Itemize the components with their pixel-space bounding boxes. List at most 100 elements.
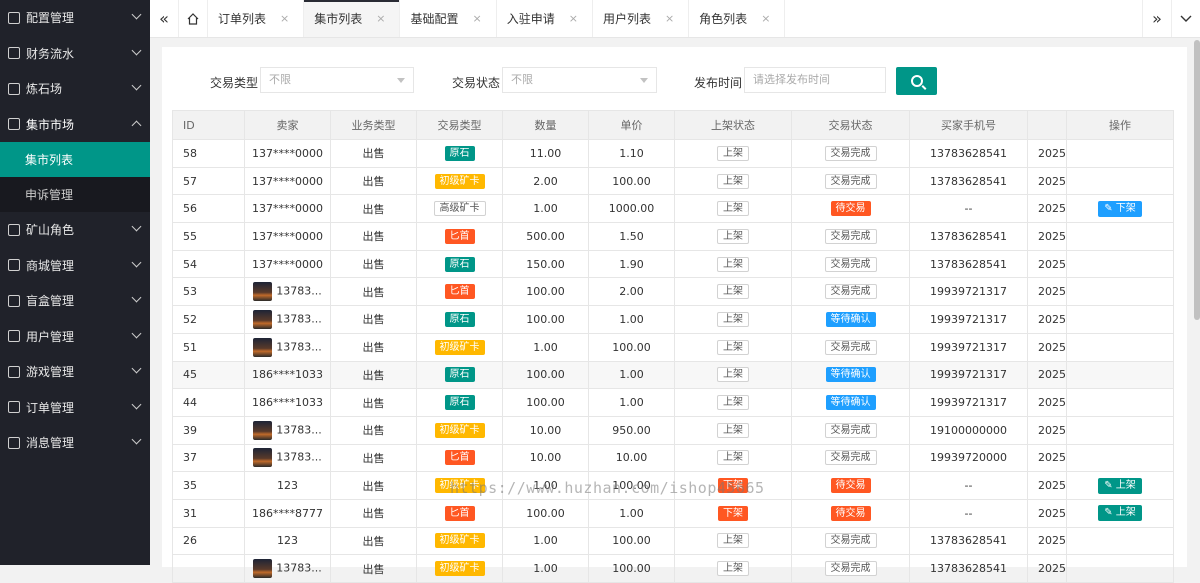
close-icon[interactable]: ×: [569, 12, 578, 25]
seller-text: 137****0000: [252, 202, 323, 216]
column-header: 交易状态: [791, 110, 910, 140]
sidebar-item[interactable]: 盲盒管理: [0, 283, 150, 319]
status-badge: 等待确认: [825, 311, 876, 327]
cell-id: 53: [172, 277, 245, 307]
trade-status-value: 不限: [511, 73, 533, 86]
table-row[interactable]: 52 13783... 出售 原石 100.00 1.00 上架 等待确认 1993972131…: [172, 305, 1174, 334]
cell-price: 1.50: [588, 222, 675, 251]
sidebar-item-label: 财务流水: [26, 46, 75, 61]
tab[interactable]: 集市列表 ×: [304, 0, 401, 37]
sidebar-item[interactable]: 用户管理: [0, 319, 150, 355]
cell-actions: ✎ 上架: [1066, 471, 1174, 500]
trade-type-select[interactable]: 不限: [260, 67, 414, 93]
close-icon[interactable]: ×: [376, 12, 385, 25]
tab[interactable]: 入驻申请 ×: [497, 0, 593, 37]
seller-text: 13783...: [276, 450, 322, 464]
seller-text: 13783...: [276, 561, 322, 575]
sidebar-item[interactable]: 游戏管理: [0, 354, 150, 390]
sidebar-item[interactable]: 炼石场: [0, 71, 150, 107]
table-row[interactable]: 57 137****0000 出售 初级矿卡 2.00 100.00 上架 交易完成 13783…: [172, 166, 1174, 196]
column-header: ID: [172, 110, 245, 140]
cell-biz: 出售: [330, 526, 417, 556]
search-button[interactable]: [896, 67, 937, 95]
seller-text: 137****0000: [252, 229, 323, 243]
cell-type: 原石: [416, 388, 503, 417]
close-icon[interactable]: ×: [280, 12, 289, 25]
list-button[interactable]: ✎ 上架: [1098, 477, 1142, 494]
chevron-up-icon: [131, 120, 142, 130]
table-row[interactable]: 56 137****0000 出售 高级矿卡 1.00 1000.00 上架 待交易 -- 202…: [172, 194, 1174, 224]
tab[interactable]: 角色列表 ×: [689, 0, 786, 37]
column-header: 卖家: [244, 110, 331, 140]
close-icon[interactable]: ×: [761, 12, 770, 25]
trade-status-select[interactable]: 不限: [502, 67, 657, 93]
chevron-down-icon: [131, 9, 142, 20]
table-row[interactable]: 26 123 出售 初级矿卡 1.00 100.00 上架 交易完成 13783628541 20…: [172, 526, 1174, 556]
shelf-badge: 上架: [717, 145, 749, 161]
unlist-button[interactable]: ✎ 下架: [1098, 200, 1142, 217]
grid-icon: [8, 82, 20, 95]
table-row[interactable]: 58 137****0000 出售 原石 11.00 1.10 上架 交易完成 13783628…: [172, 139, 1174, 168]
cell-status: 等待确认: [791, 305, 910, 334]
cell-seller: 137****0000: [244, 166, 331, 196]
table-row[interactable]: 44 186****1033 出售 原石 100.00 1.00 上架 等待确认 1993972…: [172, 388, 1174, 417]
type-badge: 初级矿卡: [434, 533, 485, 549]
table-row[interactable]: 37 13783... 出售 匕首 10.00 10.00 上架 交易完成 1993972000…: [172, 443, 1174, 473]
type-badge: 原石: [444, 367, 475, 383]
cell-type: 高级矿卡: [416, 194, 503, 224]
cell-shelf: 上架: [674, 360, 792, 390]
cell-seller: 137****0000: [244, 194, 331, 224]
sidebar-subitem[interactable]: 申诉管理: [0, 177, 150, 212]
sidebar-item[interactable]: 集市市场: [0, 107, 150, 143]
cell-id: 51: [172, 332, 245, 362]
sidebar-item[interactable]: 商城管理: [0, 248, 150, 284]
trade-type-label: 交易类型: [210, 76, 259, 90]
cell-price: 950.00: [588, 415, 675, 445]
list-button[interactable]: ✎ 上架: [1098, 505, 1142, 522]
status-badge: 等待确认: [825, 367, 876, 383]
table-row[interactable]: 31 186****8777 出售 匕首 100.00 1.00 下架 待交易 -- 2025 ✎ …: [172, 498, 1174, 528]
tab-label: 集市列表: [314, 12, 363, 26]
cell-date: 2025: [1027, 443, 1067, 473]
shelf-badge: 上架: [717, 561, 749, 577]
table-row[interactable]: 35 123 出售 初级矿卡 1.00 100.00 下架 待交易 -- 2025 ✎ 上架: [172, 471, 1174, 500]
table-row[interactable]: 39 13783... 出售 初级矿卡 10.00 950.00 上架 交易完成 1910000…: [172, 415, 1174, 445]
avatar: [253, 420, 273, 440]
table-row[interactable]: 55 137****0000 出售 匕首 500.00 1.50 上架 交易完成 1378362…: [172, 222, 1174, 251]
close-icon[interactable]: ×: [472, 12, 481, 25]
table-row[interactable]: 13783... 出售 初级矿卡 1.00 100.00 上架 交易完成 1378362854…: [172, 554, 1174, 583]
cell-date: 2025: [1027, 526, 1067, 556]
scroll-right-icon[interactable]: »: [1142, 0, 1171, 37]
sidebar-item[interactable]: 订单管理: [0, 390, 150, 426]
sidebar-item[interactable]: 配置管理: [0, 0, 150, 36]
collapse-left-icon[interactable]: «: [150, 0, 179, 37]
tab[interactable]: 订单列表 ×: [208, 0, 305, 37]
sidebar-item[interactable]: 财务流水: [0, 36, 150, 72]
cell-shelf: 上架: [674, 166, 792, 196]
cell-status: 交易完成: [791, 249, 910, 279]
tab[interactable]: 用户列表 ×: [593, 0, 690, 37]
cell-actions: [1066, 305, 1174, 334]
tab[interactable]: 基础配置 ×: [400, 0, 497, 37]
sidebar-item-label: 盲盒管理: [26, 294, 75, 309]
publish-time-placeholder: 请选择发布时间: [753, 73, 830, 86]
sidebar-item[interactable]: 消息管理: [0, 425, 150, 461]
table-row[interactable]: 51 13783... 出售 初级矿卡 1.00 100.00 上架 交易完成 19939721…: [172, 332, 1174, 362]
table-row[interactable]: 45 186****1033 出售 原石 100.00 1.00 上架 等待确认 1993972…: [172, 360, 1174, 390]
sidebar-subitem[interactable]: 集市列表: [0, 142, 150, 177]
table-row[interactable]: 53 13783... 出售 匕首 100.00 2.00 上架 交易完成 1993972131…: [172, 277, 1174, 307]
table-row[interactable]: 54 137****0000 出售 原石 150.00 1.90 上架 交易完成 1378362…: [172, 249, 1174, 279]
cell-type: 初级矿卡: [416, 332, 503, 362]
cell-phone: 19939721317: [909, 277, 1028, 307]
sidebar-item[interactable]: 矿山角色: [0, 212, 150, 248]
close-icon[interactable]: ×: [665, 12, 674, 25]
chevron-down-icon[interactable]: [1171, 0, 1200, 37]
cell-date: 2025: [1027, 332, 1067, 362]
scrollbar[interactable]: [1194, 40, 1200, 320]
bag-icon: [8, 259, 20, 272]
publish-time-input[interactable]: 请选择发布时间: [744, 67, 886, 93]
seller-text: 13783...: [276, 312, 322, 326]
home-icon[interactable]: [179, 0, 208, 37]
main-content: 交易类型 不限 交易状态 不限 发布时间 请选择发布时间 ID 卖家 业务类型 交易类…: [162, 47, 1187, 583]
status-badge: 交易完成: [824, 228, 877, 244]
